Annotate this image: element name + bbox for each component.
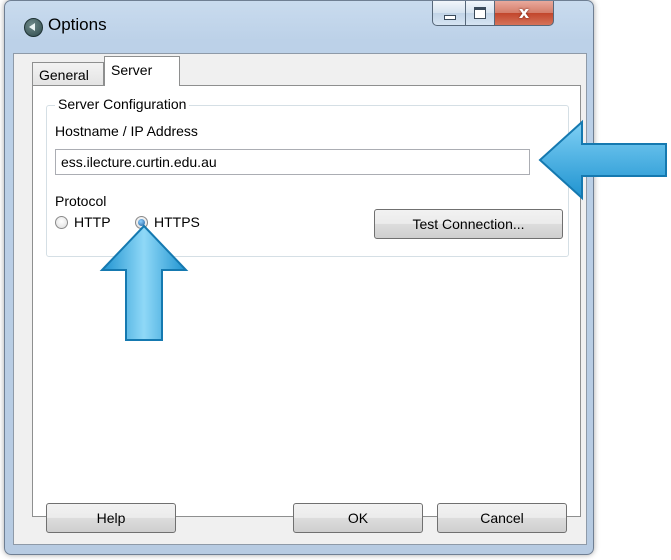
- options-window: Options x General Server Server Configur…: [4, 0, 594, 555]
- protocol-label: Protocol: [55, 193, 107, 209]
- radio-http-circle[interactable]: [55, 215, 68, 229]
- test-connection-button[interactable]: Test Connection...: [374, 209, 563, 239]
- cancel-button[interactable]: Cancel: [437, 503, 567, 533]
- up-arrow-icon: [99, 224, 189, 341]
- hostname-input[interactable]: [55, 149, 530, 175]
- group-title: Server Configuration: [55, 96, 190, 112]
- window-title: Options: [48, 15, 107, 34]
- close-icon: x: [518, 3, 530, 22]
- help-button[interactable]: Help: [46, 503, 176, 533]
- ok-button[interactable]: OK: [293, 503, 423, 533]
- tab-server[interactable]: Server: [104, 56, 180, 86]
- hostname-label: Hostname / IP Address: [55, 123, 198, 139]
- maximize-button[interactable]: [465, 1, 495, 26]
- title-bar[interactable]: Options x: [5, 1, 593, 53]
- left-arrow-icon: [538, 119, 667, 201]
- minimize-button[interactable]: [432, 1, 466, 26]
- tab-general[interactable]: General: [32, 62, 104, 86]
- close-button[interactable]: x: [494, 1, 554, 26]
- app-icon: [24, 18, 43, 37]
